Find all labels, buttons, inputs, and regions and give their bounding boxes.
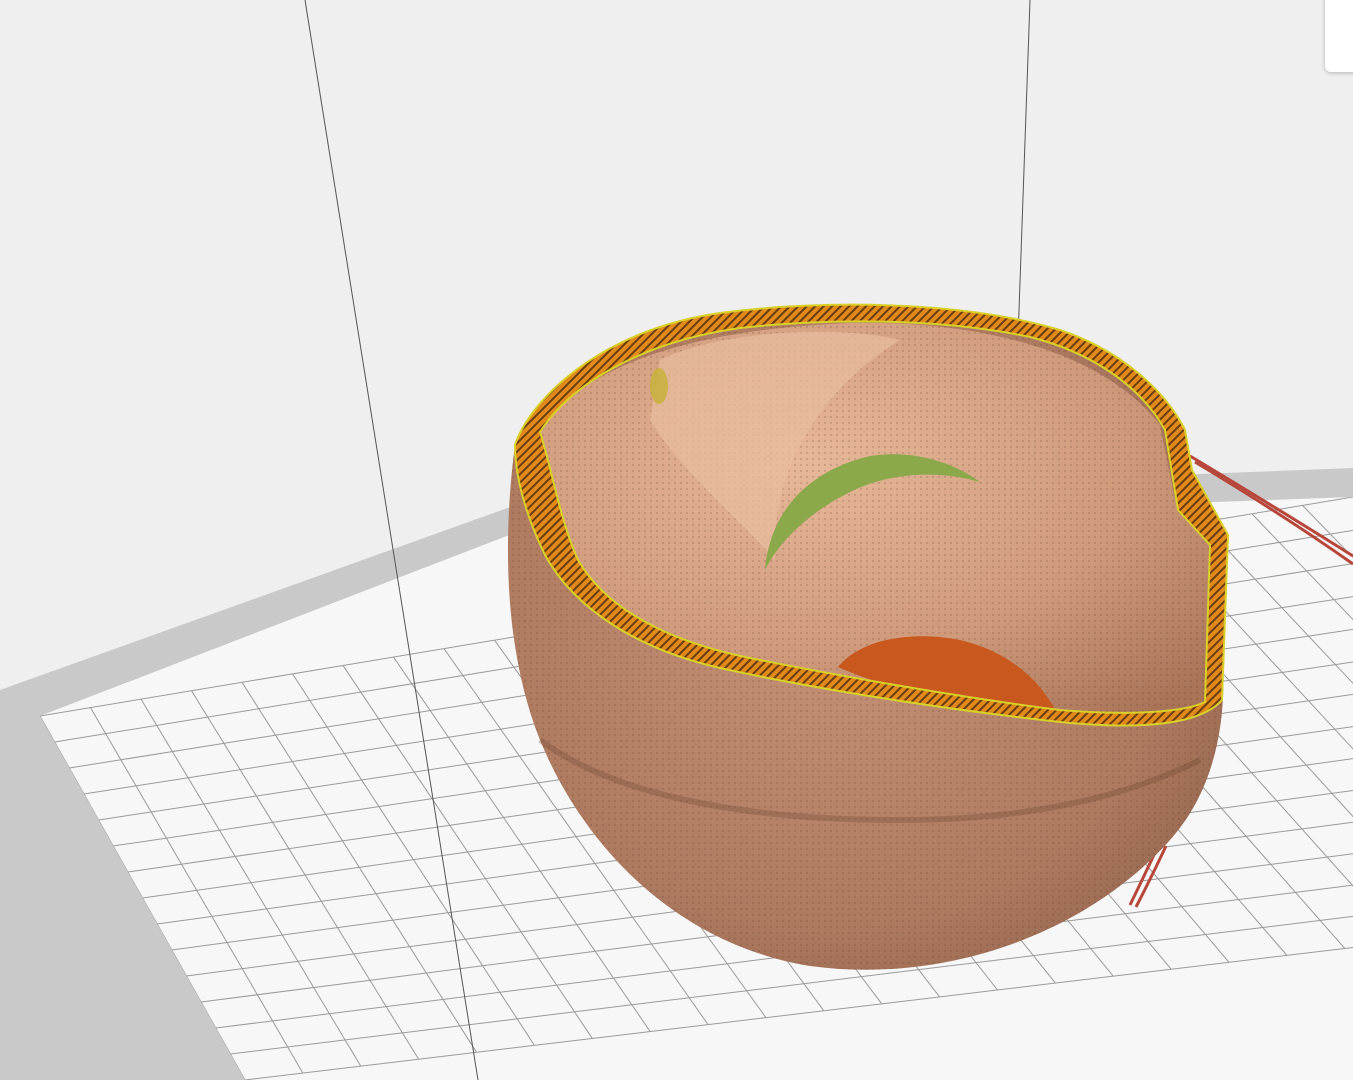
seam-marker [650,368,668,404]
3d-viewport[interactable] [0,0,1353,1080]
sidebar-panel-tab[interactable] [1325,0,1353,72]
scene-canvas[interactable] [0,0,1353,1080]
